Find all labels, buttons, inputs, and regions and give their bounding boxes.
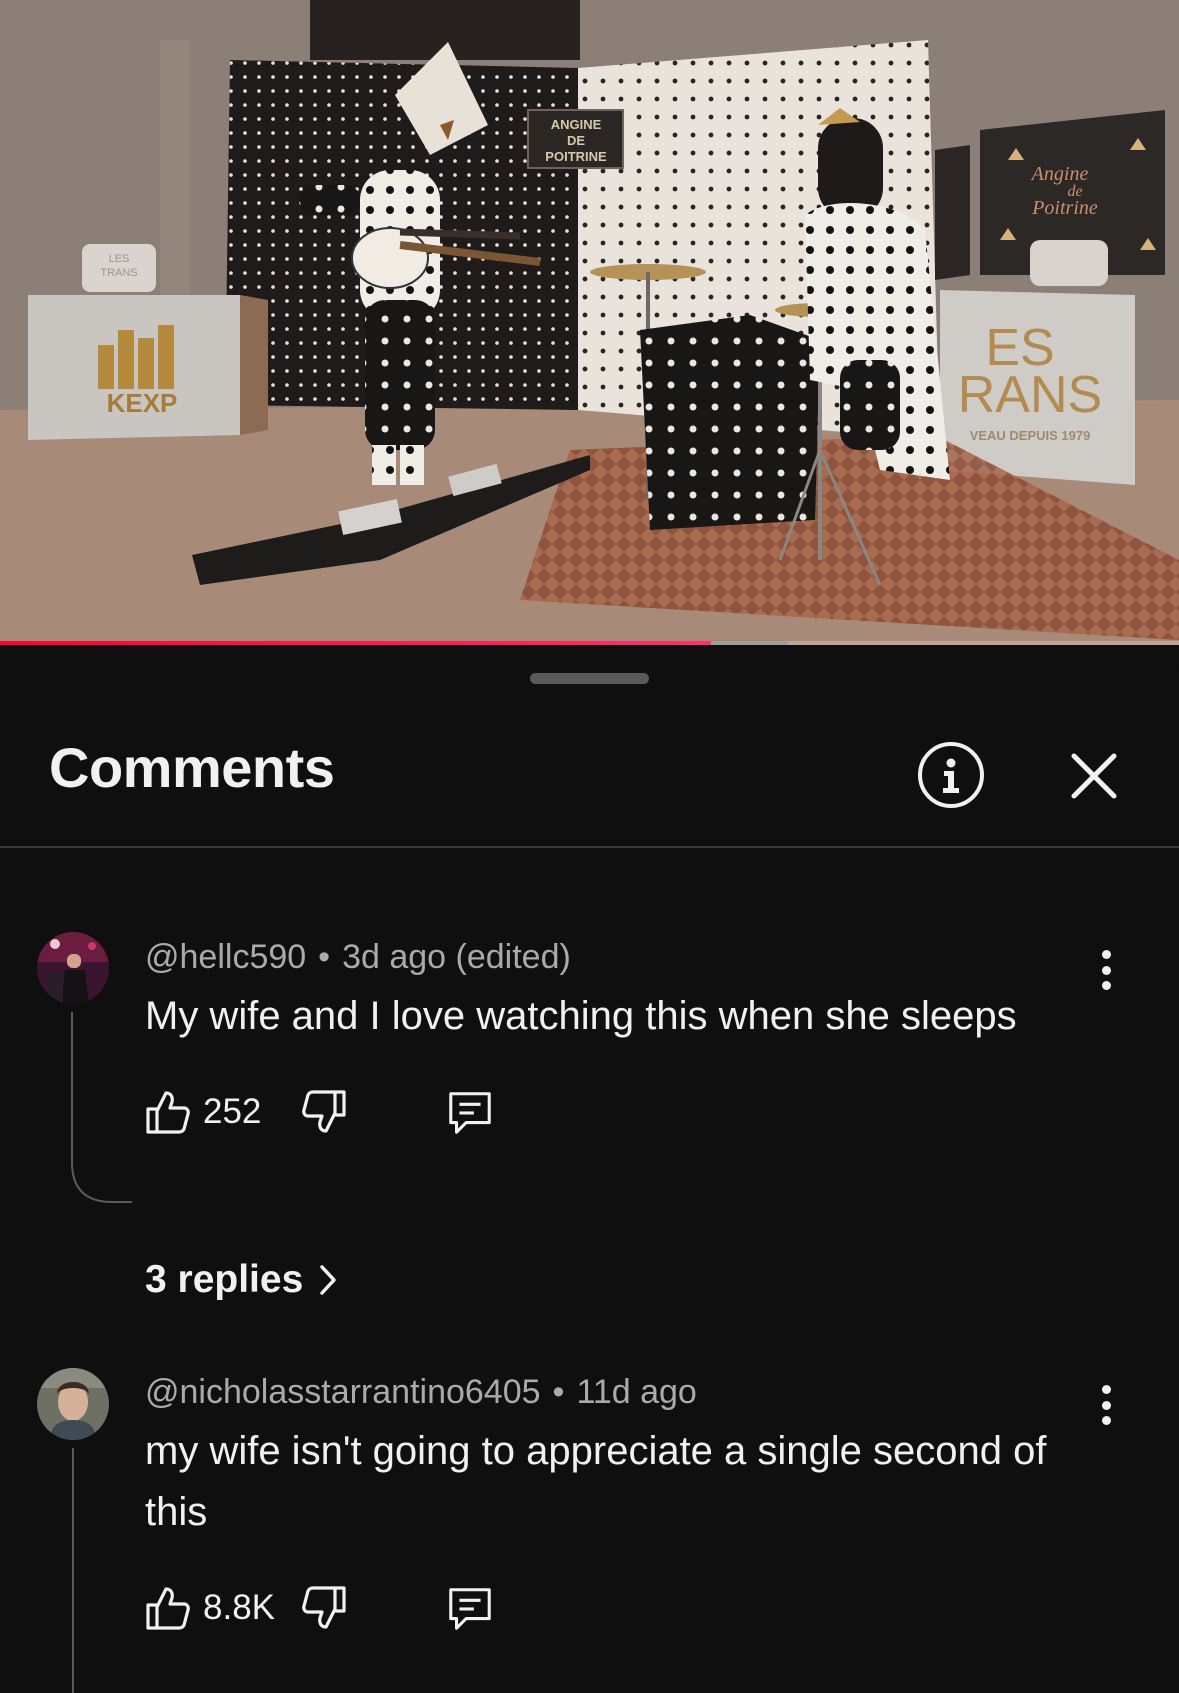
more-options-button[interactable] — [1096, 950, 1116, 990]
dislike-button[interactable] — [299, 1087, 349, 1137]
info-button[interactable] — [918, 742, 984, 808]
dislike-button[interactable] — [299, 1583, 349, 1633]
info-icon — [943, 758, 959, 793]
drag-handle[interactable] — [530, 673, 649, 684]
meta-separator: • — [552, 1373, 565, 1411]
avatar[interactable] — [37, 932, 109, 1004]
thread-connector — [72, 1448, 74, 1693]
svg-text:TRANS: TRANS — [100, 267, 137, 279]
more-options-button[interactable] — [1096, 1385, 1116, 1425]
like-button[interactable] — [143, 1583, 193, 1633]
more-dot — [1101, 950, 1111, 959]
comment-actions: 8.8K — [143, 1580, 495, 1636]
band-banner: ANGINE DE POITRINE — [527, 109, 624, 169]
reply-button[interactable] — [445, 1087, 495, 1137]
svg-text:KEXP: KEXP — [107, 388, 178, 418]
comment-actions: 252 — [143, 1084, 495, 1140]
comment-author[interactable]: @hellc590 — [145, 938, 306, 976]
svg-text:Angine: Angine — [1030, 163, 1089, 185]
comment-meta: @hellc590 • 3d ago (edited) — [145, 938, 571, 977]
comment-time: 3d ago (edited) — [342, 938, 571, 976]
svg-text:RANS: RANS — [958, 366, 1102, 424]
reply-button[interactable] — [445, 1583, 495, 1633]
replies-label: 3 replies — [145, 1258, 304, 1301]
video-frame: ANGINE DE POITRINE KEXP LES TRANS Angine… — [0, 0, 1179, 645]
header-divider — [0, 846, 1179, 848]
svg-text:LES: LES — [109, 253, 130, 265]
comment-time: 11d ago — [576, 1373, 697, 1411]
svg-text:Poitrine: Poitrine — [1031, 197, 1098, 219]
sheet-title: Comments — [49, 736, 335, 799]
more-dot — [1101, 1400, 1111, 1410]
avatar-image — [37, 1368, 109, 1440]
like-button[interactable] — [143, 1087, 193, 1137]
svg-text:ANGINE: ANGINE — [551, 117, 602, 132]
comment-author[interactable]: @nicholasstarrantino6405 — [145, 1373, 541, 1411]
thumbs-up-icon — [146, 1091, 190, 1134]
comment-meta: @nicholasstarrantino6405 • 11d ago — [145, 1373, 697, 1412]
close-button[interactable] — [1068, 750, 1120, 802]
view-replies-link[interactable]: 3 replies — [145, 1258, 337, 1302]
comment-text: My wife and I love watching this when sh… — [145, 994, 1017, 1038]
thumbs-down-icon — [302, 1586, 346, 1629]
comments-sheet: Comments @hellc590 • 3d ago (edited) My … — [0, 648, 1179, 1693]
avatar[interactable] — [37, 1368, 109, 1440]
avatar-image — [37, 932, 109, 1004]
like-count: 252 — [203, 1092, 262, 1131]
like-count: 8.8K — [203, 1588, 275, 1627]
chevron-right-icon — [320, 1265, 337, 1295]
reply-comment-icon — [449, 1092, 491, 1134]
more-dot — [1101, 965, 1111, 975]
svg-text:POITRINE: POITRINE — [545, 149, 607, 164]
thumbs-down-icon — [302, 1090, 346, 1133]
comment-text: my wife isn't going to appreciate a sing… — [145, 1429, 1047, 1534]
more-dot — [1101, 1385, 1111, 1394]
video-progress-bar[interactable] — [0, 641, 1179, 645]
thumbs-up-icon — [146, 1587, 190, 1630]
thread-connector — [71, 1012, 132, 1203]
reply-comment-icon — [449, 1588, 491, 1630]
svg-text:VEAU DEPUIS 1979: VEAU DEPUIS 1979 — [970, 428, 1091, 443]
video-player[interactable]: ANGINE DE POITRINE KEXP LES TRANS Angine… — [0, 0, 1179, 645]
progress-played — [0, 641, 711, 645]
close-icon — [1071, 753, 1117, 799]
svg-text:DE: DE — [567, 133, 585, 148]
meta-separator: • — [318, 938, 331, 976]
